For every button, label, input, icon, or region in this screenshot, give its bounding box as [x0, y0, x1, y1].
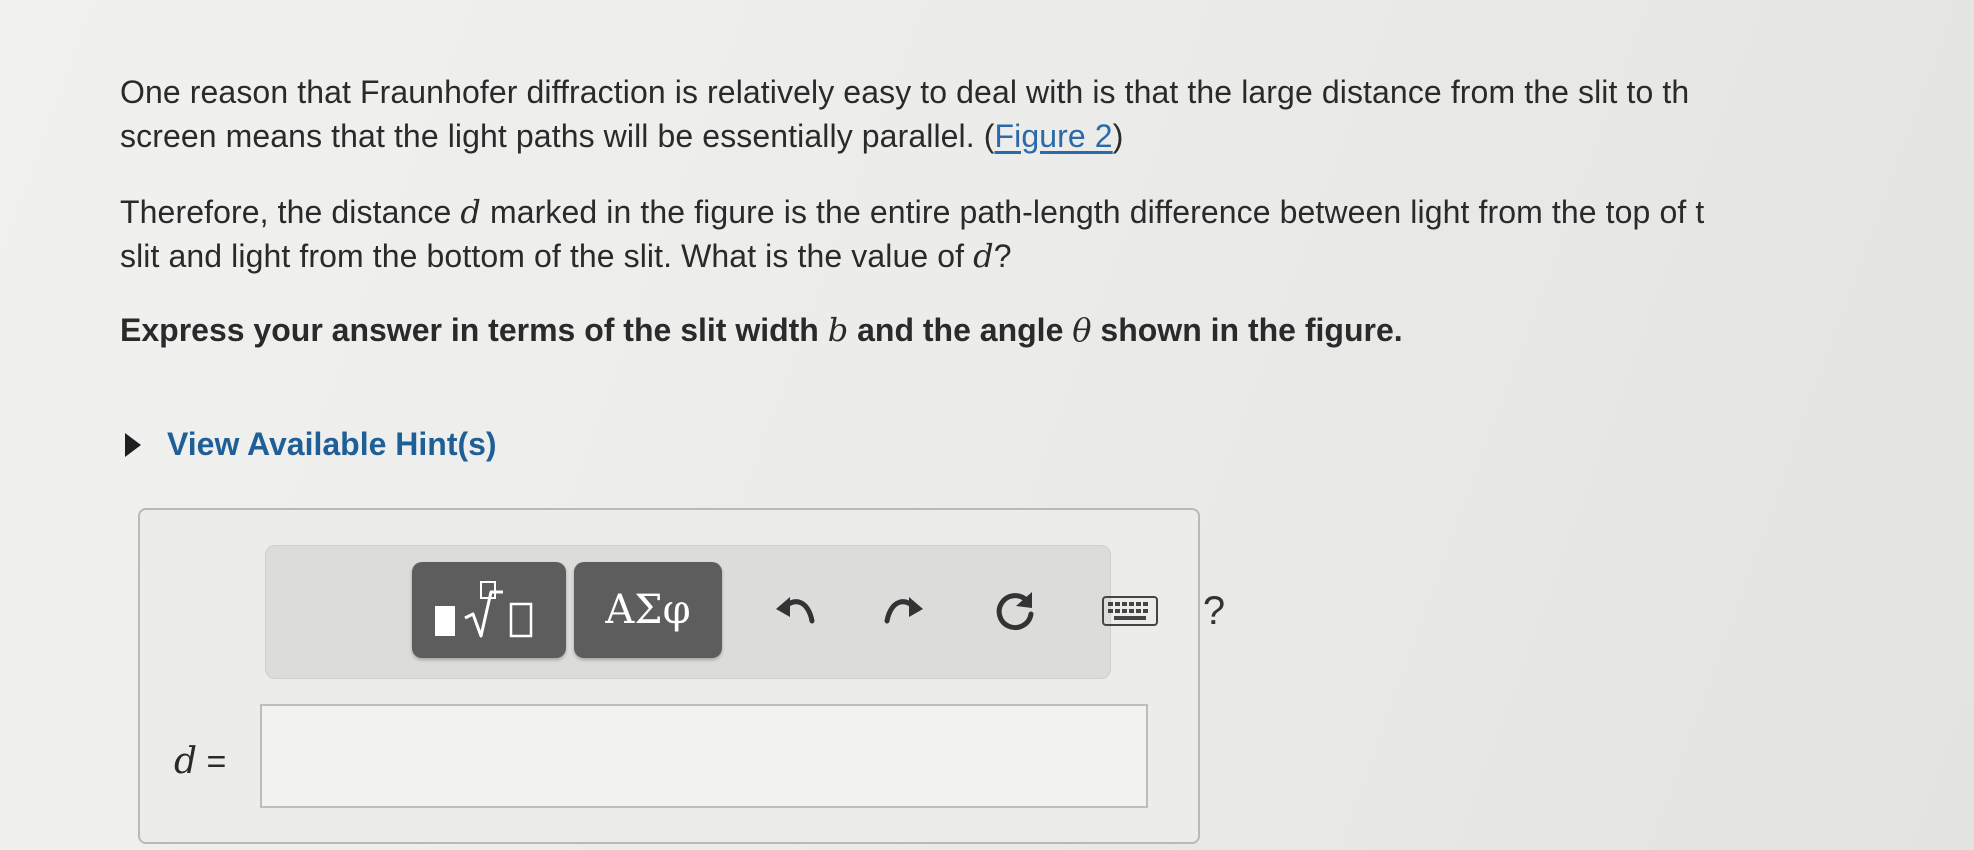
paragraph-2-text-b: marked in the figure is the entire path-… — [480, 194, 1705, 230]
undo-button[interactable] — [771, 586, 821, 636]
question-paragraph-2: Therefore, the distance d marked in the … — [120, 190, 1974, 278]
variable-d: d — [460, 193, 481, 231]
paragraph-2-text-c: slit and light from the bottom of the sl… — [120, 238, 974, 274]
greek-symbols-label: ΑΣφ — [605, 587, 691, 633]
instruction-text-c: shown in the figure. — [1091, 312, 1403, 348]
question-text: One reason that Fraunhofer diffraction i… — [120, 70, 1974, 352]
answer-instruction: Express your answer in terms of the slit… — [120, 308, 1974, 352]
equals-sign: = — [206, 743, 227, 781]
templates-radical-icon — [435, 581, 533, 638]
triangle-right-icon — [125, 432, 141, 457]
math-toolbar: ΑΣφ ? — [265, 545, 1225, 679]
variable-b: b — [827, 311, 849, 349]
view-hints-toggle[interactable]: View Available Hint(s) — [125, 426, 497, 463]
view-hints-label: View Available Hint(s) — [167, 426, 497, 462]
paragraph-1-line-1: One reason that Fraunhofer diffraction i… — [120, 74, 1690, 110]
templates-button[interactable] — [412, 562, 566, 658]
redo-button[interactable] — [878, 586, 928, 636]
question-paragraph-1: One reason that Fraunhofer diffraction i… — [120, 70, 1974, 158]
paragraph-1-line-2-prefix: screen means that the light paths will b… — [120, 118, 995, 154]
answer-input[interactable] — [260, 704, 1148, 808]
variable-d-2: d — [973, 237, 994, 275]
instruction-text-a: Express your answer in terms of the slit… — [120, 312, 828, 348]
paragraph-1-line-2-suffix: ) — [1112, 118, 1124, 154]
help-icon: ? — [1202, 588, 1226, 633]
redo-icon — [884, 597, 923, 624]
figure-link[interactable]: Figure 2 — [995, 118, 1113, 154]
help-button[interactable]: ? — [1189, 586, 1239, 636]
reset-button[interactable] — [990, 586, 1040, 636]
variable-theta: θ — [1072, 311, 1092, 349]
paragraph-2-text-d: ? — [993, 238, 1012, 274]
answer-label: d = — [174, 741, 226, 782]
answer-variable: d — [174, 741, 198, 782]
answer-box: ΑΣφ ? d = — [138, 508, 1225, 844]
greek-symbols-button[interactable]: ΑΣφ — [574, 562, 722, 658]
reset-icon — [996, 592, 1034, 631]
paragraph-2-text-a: Therefore, the distance — [120, 194, 461, 230]
undo-icon — [776, 597, 815, 624]
keyboard-button[interactable] — [1100, 586, 1160, 636]
keyboard-icon — [1102, 596, 1158, 626]
instruction-text-b: and the angle — [848, 312, 1073, 348]
